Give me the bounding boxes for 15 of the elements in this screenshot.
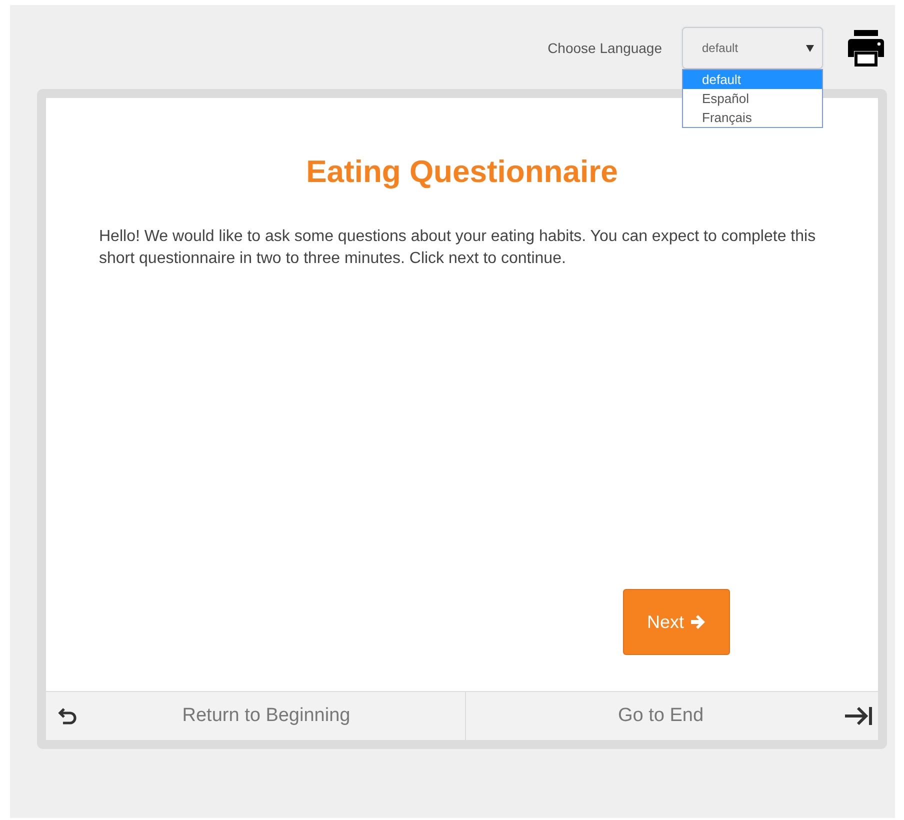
next-button[interactable]: Next	[623, 589, 730, 655]
print-icon[interactable]	[847, 29, 885, 67]
intro-text: Hello! We would like to ask some questions about your eating habits. You can expect to complete this short questionnaire in two to three minutes. Click next to continue.	[99, 227, 817, 269]
language-option[interactable]: default	[683, 70, 822, 89]
return-to-beginning-button[interactable]: Return to Beginning	[46, 692, 464, 740]
undo-arrow-icon	[58, 707, 78, 725]
language-option[interactable]: Français	[683, 108, 822, 127]
caret-icon	[806, 44, 814, 52]
language-label: Choose Language	[548, 40, 662, 56]
survey-title: Eating Questionnaire	[305, 154, 619, 190]
language-option[interactable]: Español	[683, 89, 822, 108]
language-select[interactable]: default	[682, 27, 823, 69]
go-to-end-button[interactable]: Go to End	[464, 692, 878, 740]
arrow-to-end-icon	[844, 706, 874, 726]
arrow-right-icon	[690, 615, 706, 629]
